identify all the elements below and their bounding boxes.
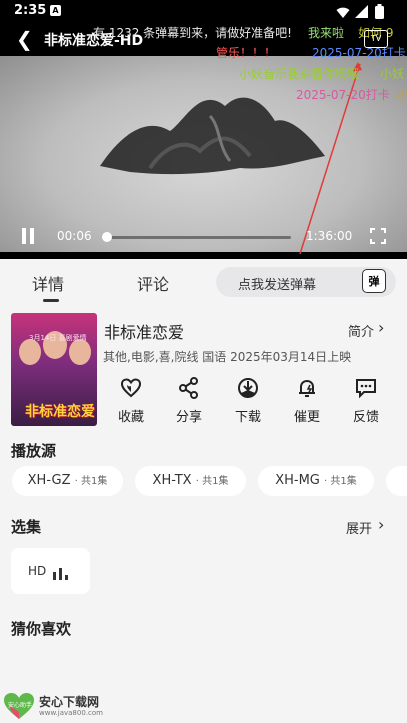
poster-title: 非标准恋爱 <box>25 404 95 420</box>
episode-card[interactable]: HD <box>11 548 90 594</box>
video-poster[interactable]: 3月14日 喜剧爱情 非标准恋爱 <box>11 313 97 426</box>
danmaku-item: 2025-07-20打卡 <box>312 46 406 60</box>
source-count: · 共1集 <box>324 476 357 487</box>
danmaku-item: 有 1232 条弹幕到来，请做好准备吧! <box>93 26 292 40</box>
duration: 1:36:00 <box>306 229 353 243</box>
source-name: XH-MG <box>275 473 320 488</box>
episode-label: HD <box>28 564 47 578</box>
danmaku-item: 我来啦 <box>308 26 345 40</box>
progress-slider[interactable] <box>101 232 291 242</box>
tab-detail[interactable]: 详情 <box>32 271 64 295</box>
source-chip[interactable]: XH-GZ · 共1集 <box>12 466 123 496</box>
expand-link[interactable]: 展开 <box>346 518 372 537</box>
action-label: 分享 <box>175 410 202 425</box>
watermark-brand: 安心下载网 <box>39 695 100 709</box>
cast-tv-button[interactable]: TV <box>364 30 388 48</box>
source-count: · 共1集 <box>74 476 108 487</box>
source-name: XH-TX <box>152 473 192 488</box>
danmaku-toggle-icon[interactable]: 弹 <box>362 269 386 293</box>
share-button[interactable]: 分享 <box>169 377 209 425</box>
video-player[interactable]: ❮ 非标准恋爱-HD 有 1232 条弹幕到来，请做好准备吧! 我来啦 如何 9… <box>0 24 407 259</box>
chevron-right-icon[interactable]: › <box>378 515 384 534</box>
player-controls: 00:06 1:36:00 <box>0 220 407 256</box>
action-label: 收藏 <box>117 410 144 425</box>
source-chip-partial[interactable] <box>386 466 407 496</box>
fullscreen-icon[interactable] <box>370 228 386 244</box>
danmaku-item: 小妖 <box>380 67 405 81</box>
pause-icon <box>22 228 26 244</box>
status-bar: 2:35 A <box>0 0 407 24</box>
back-arrow-icon[interactable]: ❮ <box>16 27 33 51</box>
intro-link[interactable]: 简介 <box>348 321 374 340</box>
danmaku-item: 小妖音乐我来看你啊哦 <box>239 67 360 81</box>
detail-panel: 详情 评论 点我发送弹幕 弹 3月14日 喜剧爱情 非标准恋爱 非标准恋爱 简介… <box>0 259 407 723</box>
danmaku-input[interactable]: 点我发送弹幕 弹 <box>216 267 396 297</box>
pause-button[interactable] <box>20 228 36 244</box>
danmaku-item: 小 <box>397 88 407 102</box>
recommend-title: 猜你喜欢 <box>11 620 72 638</box>
watermark-badge: 安心助手 <box>8 702 33 709</box>
video-title: 非标准恋爱 <box>104 323 185 342</box>
signal-icon <box>355 5 368 18</box>
sources-title: 播放源 <box>11 442 57 460</box>
share-icon <box>179 377 198 399</box>
notification-icon: A <box>50 5 61 16</box>
video-meta: 其他,电影,喜,院线 国语 2025年03月14日上映 <box>103 350 352 364</box>
download-icon <box>238 378 258 398</box>
source-chip[interactable]: XH-TX · 共1集 <box>135 466 246 496</box>
feedback-button[interactable]: 反馈 <box>346 377 386 425</box>
source-name: XH-GZ <box>27 473 71 488</box>
danmaku-item: 管乐！！！ <box>216 46 277 60</box>
pause-icon-bar <box>30 228 34 244</box>
wifi-icon <box>336 7 350 18</box>
favorite-button[interactable]: 收藏 <box>111 377 151 425</box>
danmaku-item: 2025-07-20打卡 <box>296 88 390 102</box>
tab-indicator <box>43 299 59 302</box>
download-button[interactable]: 下载 <box>228 377 268 425</box>
feedback-icon <box>356 379 376 399</box>
action-label: 催更 <box>293 410 320 425</box>
action-label: 反馈 <box>352 410 379 425</box>
site-watermark: 安心助手 安心下载网 www.java800.com <box>3 692 113 720</box>
current-time: 00:06 <box>57 229 92 243</box>
progress-thumb[interactable] <box>101 232 112 242</box>
episodes-title: 选集 <box>11 518 42 536</box>
heart-icon <box>120 378 142 398</box>
source-chip[interactable]: XH-MG · 共1集 <box>258 466 374 496</box>
bell-icon <box>299 379 315 397</box>
urge-update-button[interactable]: 催更 <box>287 377 327 425</box>
chevron-right-icon[interactable]: › <box>378 318 384 337</box>
battery-icon <box>375 4 384 19</box>
danmaku-placeholder: 点我发送弹幕 <box>238 278 317 293</box>
watermark-url: www.java800.com <box>39 709 103 717</box>
source-count: · 共1集 <box>195 476 229 487</box>
tab-comment[interactable]: 评论 <box>137 271 169 295</box>
status-time: 2:35 <box>14 3 47 18</box>
playing-bars-icon <box>53 568 68 580</box>
action-label: 下载 <box>234 410 261 425</box>
poster-tagline: 3月14日 喜剧爱情 <box>29 334 87 342</box>
